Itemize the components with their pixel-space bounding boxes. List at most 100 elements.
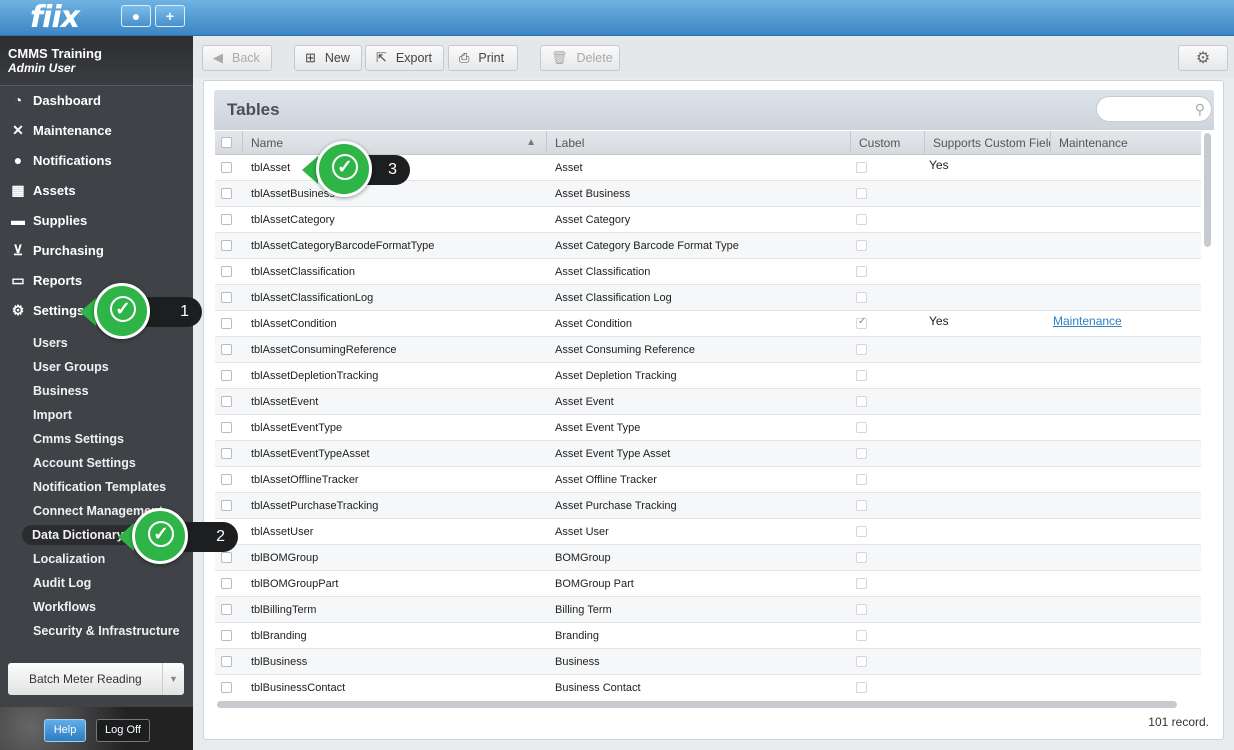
nav-reports[interactable]: ▭ Reports xyxy=(8,269,82,291)
toolbar: ◀ Back ⊞ New ⇱ Export ⎙ Print 🗑 Delete ⚙ xyxy=(193,36,1234,78)
row-select-checkbox[interactable] xyxy=(221,474,232,485)
table-row[interactable]: tblAssetOfflineTracker Asset Offline Trac… xyxy=(215,467,1201,493)
settings-item-security-infrastructure[interactable]: Security & Infrastructure xyxy=(33,621,180,641)
row-select-checkbox[interactable] xyxy=(221,266,232,277)
horizontal-scrollbar[interactable] xyxy=(217,701,1177,708)
table-row[interactable]: tblBranding Branding xyxy=(215,623,1201,649)
table-row[interactable]: tblAssetUser Asset User xyxy=(215,519,1201,545)
row-select-checkbox[interactable] xyxy=(221,370,232,381)
help-button[interactable]: Help xyxy=(44,719,86,742)
row-select-checkbox[interactable] xyxy=(221,292,232,303)
nav-purchasing[interactable]: ⊻ Purchasing xyxy=(8,239,104,261)
settings-gear-button[interactable]: ⚙ xyxy=(1178,45,1228,71)
org-info: CMMS Training Admin User xyxy=(0,36,193,86)
row-select-checkbox[interactable] xyxy=(221,396,232,407)
settings-item-notification-templates[interactable]: Notification Templates xyxy=(33,477,166,497)
record-count: 101 record. xyxy=(1148,715,1209,729)
callout-2: 2 ✓ xyxy=(118,508,238,564)
column-header-label[interactable]: Label xyxy=(547,131,851,155)
cell-label: BOMGroup Part xyxy=(555,578,634,590)
row-select-checkbox[interactable] xyxy=(221,656,232,667)
table-row[interactable]: tblAssetClassification Asset Classificati… xyxy=(215,259,1201,285)
row-select-checkbox[interactable] xyxy=(221,552,232,563)
settings-item-localization[interactable]: Localization xyxy=(33,549,105,569)
cell-maintenance-link[interactable]: Maintenance xyxy=(1053,308,1122,334)
trash-icon: 🗑 xyxy=(551,50,568,65)
table-row[interactable]: tblBOMGroupPart BOMGroup Part xyxy=(215,571,1201,597)
table-row[interactable]: tblBOMGroup BOMGroup xyxy=(215,545,1201,571)
cell-label: Asset Event Type Asset xyxy=(555,448,671,460)
row-select-checkbox[interactable] xyxy=(221,318,232,329)
vertical-scrollbar[interactable] xyxy=(1204,133,1211,699)
row-select-checkbox[interactable] xyxy=(221,162,232,173)
table-row[interactable]: tblAssetDepletionTracking Asset Depletion… xyxy=(215,363,1201,389)
table-row[interactable]: tblBusiness Business xyxy=(215,649,1201,675)
nav-dashboard[interactable]: ◔ Dashboard xyxy=(8,89,101,111)
chart-icon: ▭ xyxy=(11,271,25,288)
table-row[interactable]: tblAssetEvent Asset Event xyxy=(215,389,1201,415)
table-row[interactable]: tblAssetCategoryBarcodeFormatType Asset C… xyxy=(215,233,1201,259)
row-select-checkbox[interactable] xyxy=(221,214,232,225)
row-select-checkbox[interactable] xyxy=(221,500,232,511)
row-select-checkbox[interactable] xyxy=(221,630,232,641)
row-select-checkbox[interactable] xyxy=(221,604,232,615)
gear-icon: ⚙ xyxy=(1195,50,1211,67)
table-row[interactable]: tblBillingTerm Billing Term xyxy=(215,597,1201,623)
row-select-checkbox[interactable] xyxy=(221,578,232,589)
settings-item-audit-log[interactable]: Audit Log xyxy=(33,573,91,593)
settings-item-workflows[interactable]: Workflows xyxy=(33,597,96,617)
row-select-checkbox[interactable] xyxy=(221,240,232,251)
table-row[interactable]: tblBusinessContact Business Contact xyxy=(215,675,1201,699)
table-row[interactable]: tblAssetCondition Asset Condition Yes Maint… xyxy=(215,311,1201,337)
table-row[interactable]: tblAssetCategory Asset Category xyxy=(215,207,1201,233)
export-button[interactable]: ⇱ Export xyxy=(365,45,444,71)
table-row[interactable]: tblAssetPurchaseTracking Asset Purchase T… xyxy=(215,493,1201,519)
settings-item-import[interactable]: Import xyxy=(33,405,72,425)
settings-item-user-groups[interactable]: User Groups xyxy=(33,357,109,377)
log-off-button[interactable]: Log Off xyxy=(96,719,150,742)
delete-button[interactable]: 🗑 Delete xyxy=(540,45,620,71)
tables-grid: Name ▲ Label Custom Supports Custom Fiel… xyxy=(215,131,1201,699)
back-arrow-icon: ◀ xyxy=(213,50,223,65)
cell-label: Asset Consuming Reference xyxy=(555,344,696,356)
row-select-checkbox[interactable] xyxy=(221,448,232,459)
row-select-checkbox[interactable] xyxy=(221,682,232,693)
row-select-checkbox[interactable] xyxy=(221,422,232,433)
dropdown-caret-icon[interactable]: ▼ xyxy=(162,663,184,695)
row-select-checkbox[interactable] xyxy=(221,344,232,355)
column-header-name[interactable]: Name ▲ xyxy=(243,131,547,155)
nav-assets[interactable]: ▦ Assets xyxy=(8,179,75,201)
back-button[interactable]: ◀ Back xyxy=(202,45,272,71)
vertical-scroll-thumb[interactable] xyxy=(1204,133,1211,247)
batch-meter-reading-button[interactable]: Batch Meter Reading ▼ xyxy=(8,663,184,695)
select-all-checkbox[interactable] xyxy=(221,137,232,148)
search-icon: ⚲ xyxy=(1194,101,1205,117)
table-row[interactable]: tblAssetEventTypeAsset Asset Event Type A… xyxy=(215,441,1201,467)
table-row[interactable]: tblAssetConsumingReference Asset Consumin… xyxy=(215,337,1201,363)
new-button[interactable]: ⊞ New xyxy=(294,45,362,71)
cell-name: tblBOMGroup xyxy=(251,552,319,564)
cell-name: tblAssetCategoryBarcodeFormatType xyxy=(251,240,435,252)
settings-item-cmms-settings[interactable]: Cmms Settings xyxy=(33,429,124,449)
column-header-custom[interactable]: Custom xyxy=(851,131,925,155)
settings-item-account-settings[interactable]: Account Settings xyxy=(33,453,136,473)
cell-label: Business xyxy=(555,656,600,668)
callout-1: 1 ✓ xyxy=(80,283,202,339)
add-button[interactable]: + xyxy=(155,5,185,27)
search-input[interactable]: ⚲ xyxy=(1096,96,1212,122)
nav-settings[interactable]: ⚙ Settings xyxy=(8,299,85,321)
cart-icon: ⊻ xyxy=(12,241,24,258)
settings-item-business[interactable]: Business xyxy=(33,381,89,401)
cell-label: Asset Category xyxy=(555,214,631,226)
nav-notifications[interactable]: ● Notifications xyxy=(8,149,112,171)
user-icon: ● xyxy=(131,8,141,24)
settings-item-users[interactable]: Users xyxy=(33,333,68,353)
row-select-checkbox[interactable] xyxy=(221,188,232,199)
user-profile-button[interactable]: ● xyxy=(121,5,151,27)
print-button[interactable]: ⎙ Print xyxy=(448,45,518,71)
nav-maintenance[interactable]: ✕ Maintenance xyxy=(8,119,112,141)
custom-checkbox xyxy=(856,422,867,433)
nav-supplies[interactable]: ▬ Supplies xyxy=(8,209,87,231)
table-row[interactable]: tblAssetEventType Asset Event Type xyxy=(215,415,1201,441)
column-header-maintenance[interactable]: Maintenance xyxy=(1051,131,1201,155)
